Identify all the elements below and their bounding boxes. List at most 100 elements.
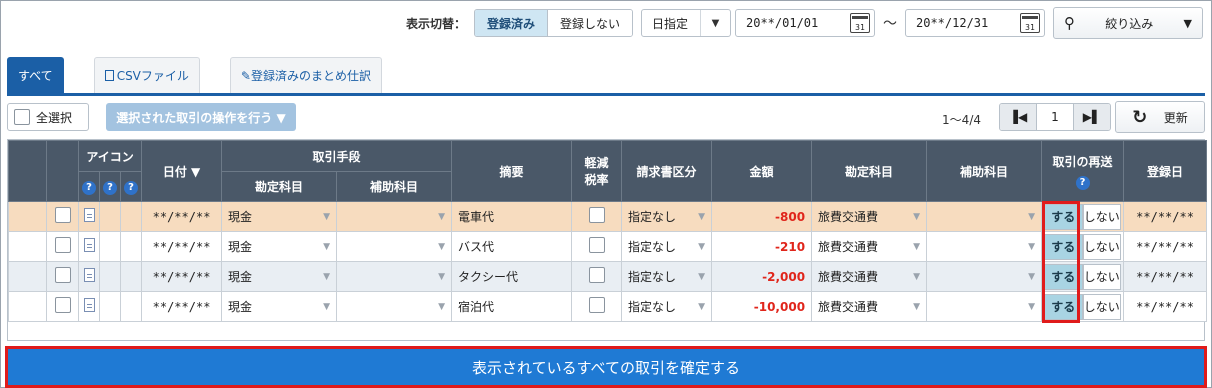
reduced-tax-header-line2: 税率: [584, 173, 609, 187]
row-method-sub-select[interactable]: ▼: [336, 201, 453, 232]
table-row[interactable]: **/**/** 現金 ▼ ▼ タクシー代 指定なし ▼ -2,000 旅費交通費 ▼…: [8, 261, 1208, 292]
tab-bar: すべて CSVファイル ✎ 登録済みのまとめ仕訳: [7, 56, 1205, 96]
row-account-value: 旅費交通費: [818, 210, 879, 224]
reduced-tax-header-line1: 軽減: [584, 156, 609, 170]
bulk-operation-button[interactable]: 選択された取引の操作を行う ▼: [106, 103, 296, 131]
filter-button[interactable]: ⚲ 絞り込み ▼: [1053, 7, 1203, 39]
row-icon-cell: [119, 231, 143, 262]
row-sub-account-select[interactable]: ▼: [926, 201, 1043, 232]
resend-yes-button[interactable]: する: [1044, 203, 1083, 230]
row-invoice-value: 指定なし: [628, 300, 677, 314]
select-all-checkbox[interactable]: [14, 109, 30, 125]
row-sub-account-select[interactable]: ▼: [926, 231, 1043, 262]
row-account-value: 旅費交通費: [818, 300, 879, 314]
icon-help-header-1: ?: [78, 171, 100, 202]
calendar-icon[interactable]: 31: [1020, 13, 1040, 33]
resend-no-button[interactable]: しない: [1082, 293, 1122, 320]
row-icon-cell: [119, 261, 143, 292]
pagination-range: 1～4/4: [942, 113, 981, 127]
row-account-select[interactable]: 旅費交通費 ▼: [811, 261, 928, 292]
row-amount[interactable]: -10,000: [711, 291, 813, 322]
help-icon[interactable]: ?: [103, 180, 117, 195]
row-summary[interactable]: 電車代: [451, 201, 573, 232]
chevron-down-icon: ▼: [913, 271, 921, 282]
date-header[interactable]: 日付 ▼: [141, 140, 223, 202]
row-sub-account-select[interactable]: ▼: [926, 261, 1043, 292]
row-method-select[interactable]: 現金 ▼: [221, 291, 338, 322]
row-summary[interactable]: 宿泊代: [451, 291, 573, 322]
document-icon[interactable]: [83, 208, 95, 222]
table-row[interactable]: **/**/** 現金 ▼ ▼ バス代 指定なし ▼ -210 旅費交通費 ▼ ▼ す…: [8, 231, 1208, 262]
help-icon[interactable]: ?: [1075, 175, 1090, 190]
reduced-tax-checkbox[interactable]: [588, 237, 605, 253]
row-account-value: 旅費交通費: [818, 240, 879, 254]
resend-no-button[interactable]: しない: [1082, 233, 1122, 260]
chevron-down-icon: ▼: [913, 301, 921, 312]
row-invoice-select[interactable]: 指定なし ▼: [621, 231, 713, 262]
row-method-sub-select[interactable]: ▼: [336, 291, 453, 322]
tab-csv[interactable]: CSVファイル: [93, 57, 200, 93]
select-all-button[interactable]: 全選択: [7, 103, 89, 131]
document-icon[interactable]: [83, 298, 95, 312]
row-summary[interactable]: タクシー代: [451, 261, 573, 292]
resend-yes-button[interactable]: する: [1044, 263, 1083, 290]
page-number[interactable]: 1: [1036, 104, 1074, 130]
row-amount[interactable]: -800: [711, 201, 813, 232]
row-method-sub-select[interactable]: ▼: [336, 261, 453, 292]
reduced-tax-checkbox[interactable]: [588, 207, 605, 223]
tab-all[interactable]: すべて: [7, 57, 64, 93]
row-invoice-select[interactable]: 指定なし ▼: [621, 201, 713, 232]
row-checkbox[interactable]: [54, 297, 71, 313]
refresh-icon: ↻: [1132, 106, 1148, 128]
row-icon-cell: [99, 201, 121, 232]
chevron-down-icon: ▼: [913, 211, 921, 222]
row-handle: [8, 291, 47, 322]
row-checkbox[interactable]: [54, 237, 71, 253]
reduced-tax-checkbox[interactable]: [588, 297, 605, 313]
calendar-icon[interactable]: 31: [850, 13, 870, 33]
row-checkbox-cell: [46, 291, 79, 322]
resend-yes-button[interactable]: する: [1044, 233, 1083, 260]
row-method-select[interactable]: 現金 ▼: [221, 261, 338, 292]
row-registered-date: **/**/**: [1123, 291, 1208, 322]
row-amount[interactable]: -210: [711, 231, 813, 262]
last-page-button[interactable]: ▶▌: [1074, 104, 1110, 130]
help-icon[interactable]: ?: [124, 180, 139, 195]
chevron-down-icon: ▼: [700, 10, 730, 36]
unregistered-toggle-button[interactable]: 登録しない: [547, 10, 632, 36]
resend-no-button[interactable]: しない: [1082, 203, 1122, 230]
registered-toggle-button[interactable]: 登録済み: [474, 10, 548, 36]
row-icon-cell: [99, 261, 121, 292]
resend-no-button[interactable]: しない: [1082, 263, 1122, 290]
row-account-select[interactable]: 旅費交通費 ▼: [811, 201, 928, 232]
date-mode-select[interactable]: 日指定 ▼: [641, 9, 731, 37]
tab-summary[interactable]: ✎ 登録済みのまとめ仕訳: [229, 57, 382, 93]
resend-yes-button[interactable]: する: [1044, 293, 1083, 320]
row-account-select[interactable]: 旅費交通費 ▼: [811, 231, 928, 262]
row-checkbox[interactable]: [54, 207, 71, 223]
row-amount[interactable]: -2,000: [711, 261, 813, 292]
help-icon[interactable]: ?: [82, 180, 96, 195]
row-sub-account-select[interactable]: ▼: [926, 291, 1043, 322]
date-from-field[interactable]: 20**/01/01 31: [735, 9, 875, 37]
row-invoice-select[interactable]: 指定なし ▼: [621, 291, 713, 322]
row-account-select[interactable]: 旅費交通費 ▼: [811, 291, 928, 322]
select-all-label: 全選択: [36, 110, 73, 125]
row-method-select[interactable]: 現金 ▼: [221, 201, 338, 232]
document-icon[interactable]: [83, 268, 95, 282]
row-registered-date: **/**/**: [1123, 231, 1208, 262]
first-page-button[interactable]: ▐◀: [1000, 104, 1036, 130]
table-row[interactable]: **/**/** 現金 ▼ ▼ 電車代 指定なし ▼ -800 旅費交通費 ▼ ▼ す…: [8, 201, 1208, 232]
row-checkbox[interactable]: [54, 267, 71, 283]
refresh-button[interactable]: ↻ 更新: [1115, 101, 1205, 133]
row-method-select[interactable]: 現金 ▼: [221, 231, 338, 262]
row-icon-cell: [78, 291, 100, 322]
confirm-all-button[interactable]: 表示されているすべての取引を確定する: [5, 346, 1207, 388]
row-summary[interactable]: バス代: [451, 231, 573, 262]
row-invoice-select[interactable]: 指定なし ▼: [621, 261, 713, 292]
row-method-sub-select[interactable]: ▼: [336, 231, 453, 262]
document-icon[interactable]: [83, 238, 95, 252]
date-to-field[interactable]: 20**/12/31 31: [905, 9, 1045, 37]
reduced-tax-checkbox[interactable]: [588, 267, 605, 283]
table-row[interactable]: **/**/** 現金 ▼ ▼ 宿泊代 指定なし ▼ -10,000 旅費交通費 ▼ …: [8, 291, 1208, 322]
